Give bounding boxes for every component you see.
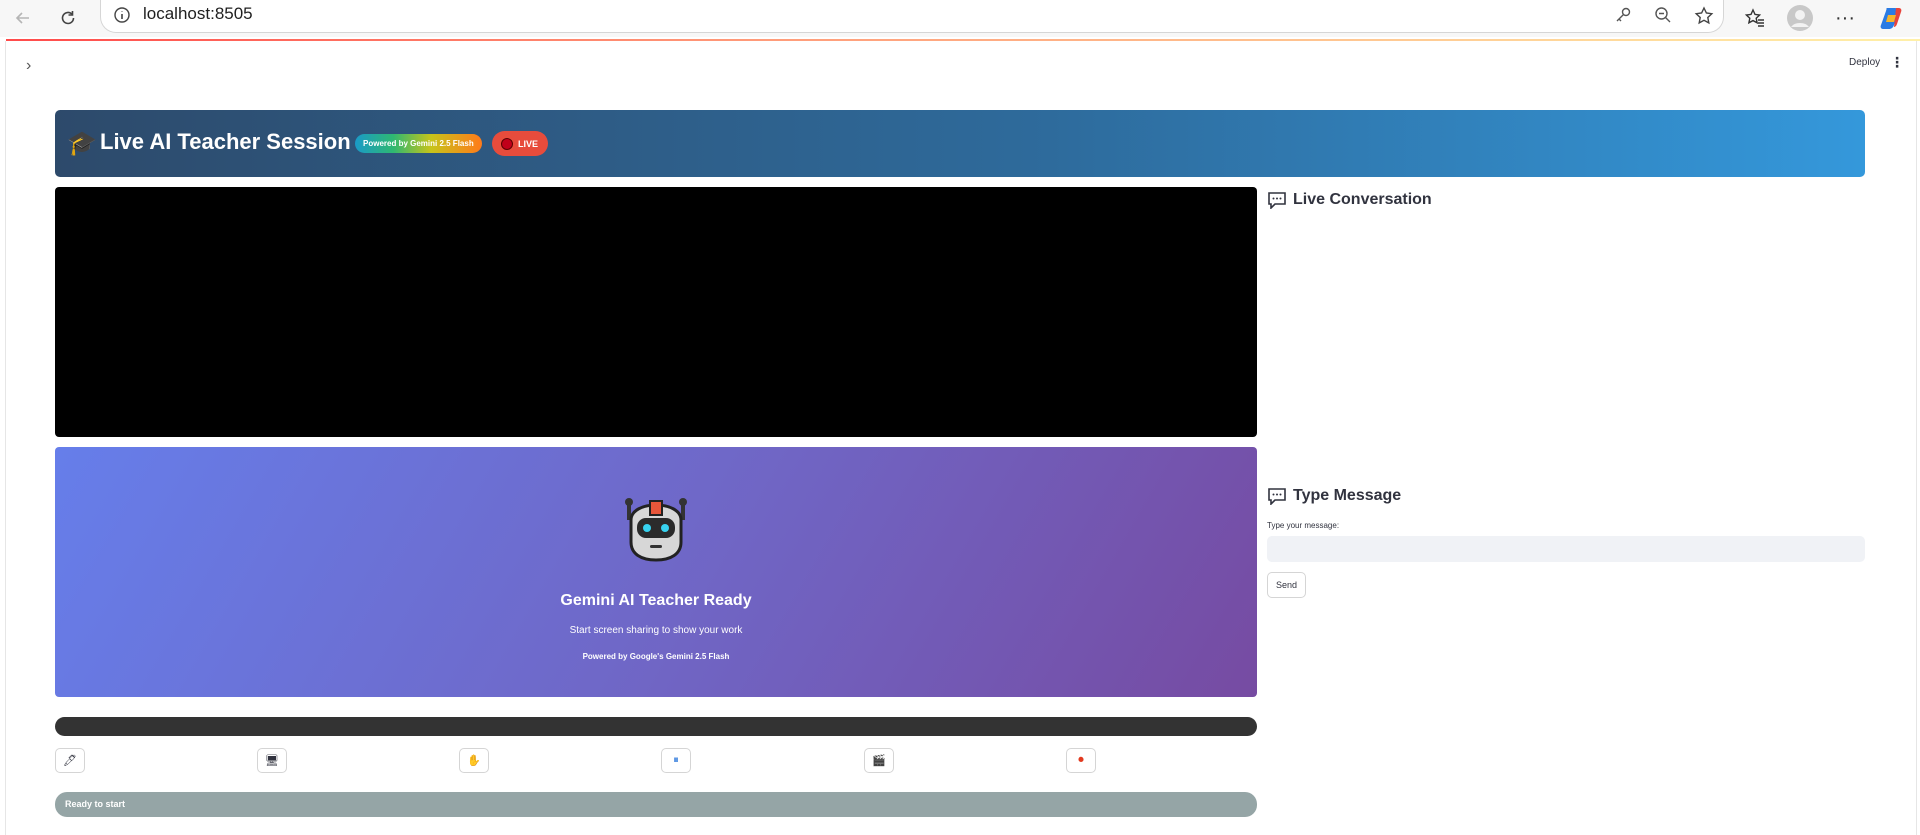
record-button[interactable]: ⏺	[1066, 748, 1096, 773]
copilot-icon	[1880, 8, 1902, 29]
zoom-out-icon[interactable]	[1653, 5, 1673, 30]
speech-bubble-icon	[1268, 192, 1286, 209]
session-header: 🎓 Live AI Teacher Session Powered by Gem…	[55, 110, 1865, 177]
pause-button[interactable]: ⏸	[661, 748, 691, 773]
reload-icon	[61, 11, 75, 25]
main-menu-icon[interactable]: ⋮	[1890, 54, 1904, 71]
record-icon: ⏺	[1078, 754, 1084, 766]
raise-hand-button[interactable]: ✋	[459, 748, 489, 773]
control-bar	[55, 717, 1257, 736]
more-menu-button[interactable]: ···	[1830, 3, 1860, 33]
ellipsis-icon: ···	[1835, 6, 1855, 29]
pen-icon: 🖊	[63, 755, 77, 767]
status-bar: Ready to start	[55, 792, 1257, 817]
message-title: Type Message	[1293, 487, 1402, 504]
screen-share-button[interactable]: 🖥	[257, 748, 287, 773]
ready-powered-by: Powered by Google's Gemini 2.5 Flash	[582, 652, 730, 661]
speech-bubble-icon	[1268, 488, 1286, 505]
conversation-title: Live Conversation	[1293, 191, 1432, 208]
teacher-ready-panel: Gemini AI Teacher Ready Start screen sha…	[55, 447, 1257, 697]
deploy-button[interactable]: Deploy	[1849, 57, 1880, 68]
ready-subtitle: Start screen sharing to show your work	[569, 625, 743, 636]
profile-button[interactable]	[1785, 3, 1815, 33]
message-heading: Type Message	[1267, 487, 1401, 505]
site-info-icon[interactable]	[113, 6, 131, 29]
message-input[interactable]	[1267, 536, 1865, 562]
favorites-icon	[1744, 8, 1764, 27]
live-badge-label: LIVE	[518, 138, 539, 149]
monitor-icon: 🖥	[265, 755, 279, 767]
ready-title: Gemini AI Teacher Ready	[560, 592, 752, 609]
sidebar-toggle-icon[interactable]: ›	[26, 57, 31, 75]
back-button[interactable]	[8, 3, 38, 33]
star-icon[interactable]	[1693, 5, 1715, 32]
screen-share-video[interactable]	[55, 187, 1257, 437]
address-bar[interactable]: localhost:8505	[100, 0, 1724, 33]
key-icon[interactable]	[1613, 5, 1633, 30]
live-dot-icon	[501, 137, 513, 150]
browser-toolbar: localhost:8505 ···	[0, 0, 1920, 37]
avatar-icon	[1787, 5, 1813, 31]
back-arrow-icon	[15, 12, 29, 24]
url-text[interactable]: localhost:8505	[143, 4, 253, 24]
powered-by-badge: Powered by Gemini 2.5 Flash	[355, 134, 482, 153]
favorites-button[interactable]	[1740, 3, 1770, 33]
pen-button[interactable]: 🖊	[55, 748, 85, 773]
robot-icon	[625, 498, 687, 562]
hand-icon: ✋	[467, 755, 481, 767]
reload-button[interactable]	[53, 3, 83, 33]
page-title: Live AI Teacher Session	[100, 129, 351, 154]
conversation-heading: Live Conversation	[1267, 191, 1432, 209]
clapper-button[interactable]: 🎬	[864, 748, 894, 773]
graduation-cap-icon: 🎓	[67, 130, 97, 157]
message-label: Type your message:	[1267, 521, 1340, 530]
copilot-button[interactable]	[1876, 3, 1906, 33]
clapper-icon: 🎬	[872, 755, 886, 767]
send-button[interactable]: Send	[1267, 572, 1306, 598]
pause-icon: ⏸	[673, 754, 679, 766]
live-badge: LIVE	[492, 131, 549, 156]
